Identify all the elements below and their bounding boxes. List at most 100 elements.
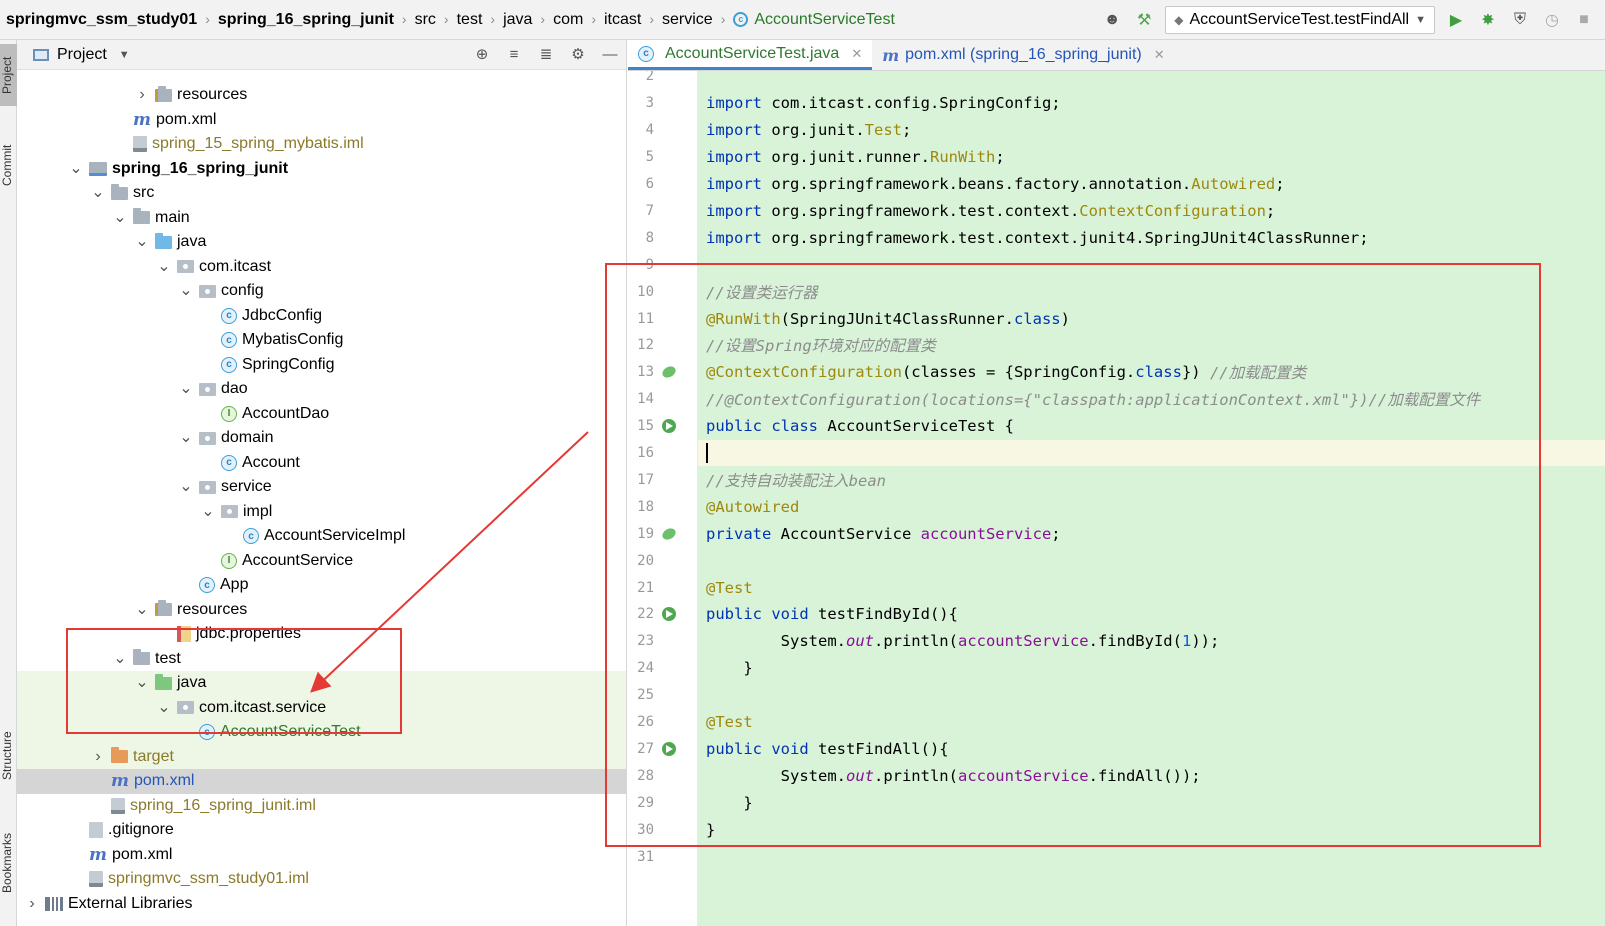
- code-line[interactable]: 12 //设置Spring环境对应的配置类: [628, 332, 1605, 359]
- gear-icon[interactable]: ⚙: [568, 44, 588, 64]
- code-line[interactable]: 24 }: [628, 655, 1605, 682]
- code-line[interactable]: 31: [628, 843, 1605, 870]
- bookmarks-tool-tab[interactable]: Bookmarks: [0, 818, 17, 908]
- locate-icon[interactable]: ⊕: [472, 44, 492, 64]
- code-line[interactable]: 23 System. out .println(accountService .fin…: [628, 628, 1605, 655]
- gutter-marker[interactable]: [654, 525, 698, 542]
- tree-item[interactable]: ›spring_15_spring_mybatis.iml: [17, 132, 626, 157]
- tree-item[interactable]: ⌄ dao: [17, 377, 626, 402]
- breadcrumb-item[interactable]: springmvc_ssm_study01: [6, 11, 197, 29]
- breadcrumb-item[interactable]: spring_16_spring_junit: [218, 11, 394, 29]
- tree-item[interactable]: ⌄ main: [17, 206, 626, 231]
- spring-bean-icon[interactable]: [660, 525, 678, 542]
- tree-item[interactable]: ›spring_16_spring_junit.iml: [17, 794, 626, 819]
- tree-item[interactable]: ›IAccountService: [17, 549, 626, 574]
- code-line[interactable]: 16: [628, 439, 1605, 467]
- chevron-down-icon[interactable]: ⌄: [135, 234, 149, 250]
- chevron-down-icon[interactable]: ⌄: [179, 283, 193, 299]
- user-icon[interactable]: ☻: [1101, 9, 1123, 31]
- stop-icon[interactable]: ■: [1573, 9, 1595, 31]
- code-line[interactable]: 26 @Test: [628, 709, 1605, 736]
- code-line[interactable]: 13 @ContextConfiguration (classes = {Sprin…: [628, 359, 1605, 386]
- gutter-marker[interactable]: [654, 364, 698, 381]
- tree-item[interactable]: ⌄ com.itcast.service: [17, 695, 626, 720]
- tree-item[interactable]: ⌄ impl: [17, 500, 626, 525]
- expand-all-icon[interactable]: ≡: [504, 44, 524, 64]
- tree-item[interactable]: › target: [17, 744, 626, 769]
- code-line[interactable]: 15 public class AccountServiceTest {: [628, 413, 1605, 440]
- tree-item[interactable]: › resources: [17, 83, 626, 108]
- tree-item[interactable]: ›.gitignore: [17, 818, 626, 843]
- tree-item[interactable]: ⌄ config: [17, 279, 626, 304]
- run-icon[interactable]: ▶: [1445, 9, 1467, 31]
- tree-item[interactable]: ›springmvc_ssm_study01.iml: [17, 867, 626, 892]
- breadcrumb-item[interactable]: test: [457, 11, 483, 29]
- build-hammer-icon[interactable]: ⚒: [1133, 9, 1155, 31]
- chevron-down-icon[interactable]: ⌄: [201, 503, 215, 519]
- tree-item[interactable]: ›cAccountServiceTest: [17, 720, 626, 745]
- tab-editor-file[interactable]: m pom.xml (spring_16_spring_junit) ✕: [872, 40, 1174, 70]
- chevron-down-icon[interactable]: ⌄: [179, 430, 193, 446]
- gutter-marker[interactable]: [654, 419, 698, 434]
- chevron-down-icon[interactable]: ⌄: [179, 479, 193, 495]
- chevron-down-icon[interactable]: ⌄: [113, 209, 127, 225]
- gutter-marker[interactable]: [654, 607, 698, 622]
- chevron-down-icon[interactable]: ⌄: [157, 258, 171, 274]
- tree-item[interactable]: ›cMybatisConfig: [17, 328, 626, 353]
- profile-icon[interactable]: ◷: [1541, 9, 1563, 31]
- code-line[interactable]: 9: [628, 251, 1605, 278]
- tree-item[interactable]: ⌄ resources: [17, 598, 626, 623]
- tree-item[interactable]: ⌄ test: [17, 647, 626, 672]
- tree-item[interactable]: ›mpom.xml: [17, 108, 626, 133]
- code-line[interactable]: 27 public void testFindAll(){: [628, 736, 1605, 763]
- chevron-right-icon[interactable]: ›: [91, 748, 105, 766]
- run-test-icon[interactable]: [662, 607, 676, 622]
- code-line[interactable]: 5 import org.junit.runner. RunWith;: [628, 144, 1605, 171]
- code-line[interactable]: 14 //@ContextConfiguration(locations={"cl…: [628, 386, 1605, 413]
- code-line[interactable]: 8 import org.springframework.test.context…: [628, 224, 1605, 251]
- run-test-icon[interactable]: [662, 419, 676, 434]
- tree-item[interactable]: ⌄ spring_16_spring_junit: [17, 157, 626, 182]
- tree-item[interactable]: ›cAccountServiceImpl: [17, 524, 626, 549]
- tree-item[interactable]: ›mpom.xml: [17, 843, 626, 868]
- code-line[interactable]: 28 System. out .println(accountService .fin…: [628, 762, 1605, 789]
- structure-tool-tab[interactable]: Structure: [0, 716, 17, 796]
- close-icon[interactable]: ✕: [851, 46, 862, 62]
- tree-item[interactable]: ›jdbc.properties: [17, 622, 626, 647]
- breadcrumb-item[interactable]: java: [503, 11, 532, 29]
- chevron-down-icon[interactable]: ⌄: [135, 601, 149, 617]
- chevron-down-icon[interactable]: ⌄: [91, 185, 105, 201]
- tree-item[interactable]: ⌄ java: [17, 671, 626, 696]
- code-line[interactable]: 11 @RunWith (SpringJUnit4ClassRunner. class…: [628, 305, 1605, 332]
- code-line[interactable]: 21 @Test: [628, 574, 1605, 601]
- tab-editor-file[interactable]: c AccountServiceTest.java ✕: [628, 40, 873, 70]
- debug-icon[interactable]: ✸: [1477, 9, 1499, 31]
- tree-item[interactable]: ›cAccount: [17, 451, 626, 476]
- spring-bean-icon[interactable]: [660, 364, 678, 381]
- tree-item[interactable]: ›IAccountDao: [17, 402, 626, 427]
- breadcrumb-item[interactable]: itcast: [604, 11, 641, 29]
- code-line[interactable]: 18 @Autowired: [628, 493, 1605, 520]
- code-line[interactable]: 10 //设置类运行器: [628, 278, 1605, 305]
- code-line[interactable]: 20: [628, 547, 1605, 574]
- breadcrumb-item[interactable]: src: [415, 11, 436, 29]
- tree-item[interactable]: ⌄ com.itcast: [17, 255, 626, 280]
- collapse-all-icon[interactable]: ≣: [536, 44, 556, 64]
- run-configuration-select[interactable]: ◆ AccountServiceTest.testFindAll ▼: [1165, 6, 1435, 34]
- chevron-down-icon[interactable]: ⌄: [179, 381, 193, 397]
- tree-item[interactable]: ⌄ src: [17, 181, 626, 206]
- code-line[interactable]: 6 import org.springframework.beans.factor…: [628, 171, 1605, 198]
- breadcrumb-item[interactable]: service: [662, 11, 713, 29]
- chevron-down-icon[interactable]: ▼: [119, 49, 130, 61]
- code-line[interactable]: 17 //支持自动装配注入bean: [628, 467, 1605, 494]
- code-line[interactable]: 29 }: [628, 789, 1605, 816]
- code-line[interactable]: 22 public void testFindById(){: [628, 601, 1605, 628]
- code-line[interactable]: 25: [628, 682, 1605, 709]
- breadcrumb-item[interactable]: com: [553, 11, 583, 29]
- gutter-marker[interactable]: [654, 741, 698, 756]
- run-test-icon[interactable]: [662, 741, 676, 756]
- tree-item[interactable]: › External Libraries: [17, 892, 626, 917]
- coverage-icon[interactable]: ⛨: [1509, 9, 1531, 31]
- tree-item[interactable]: ›cApp: [17, 573, 626, 598]
- hide-icon[interactable]: —: [600, 44, 620, 64]
